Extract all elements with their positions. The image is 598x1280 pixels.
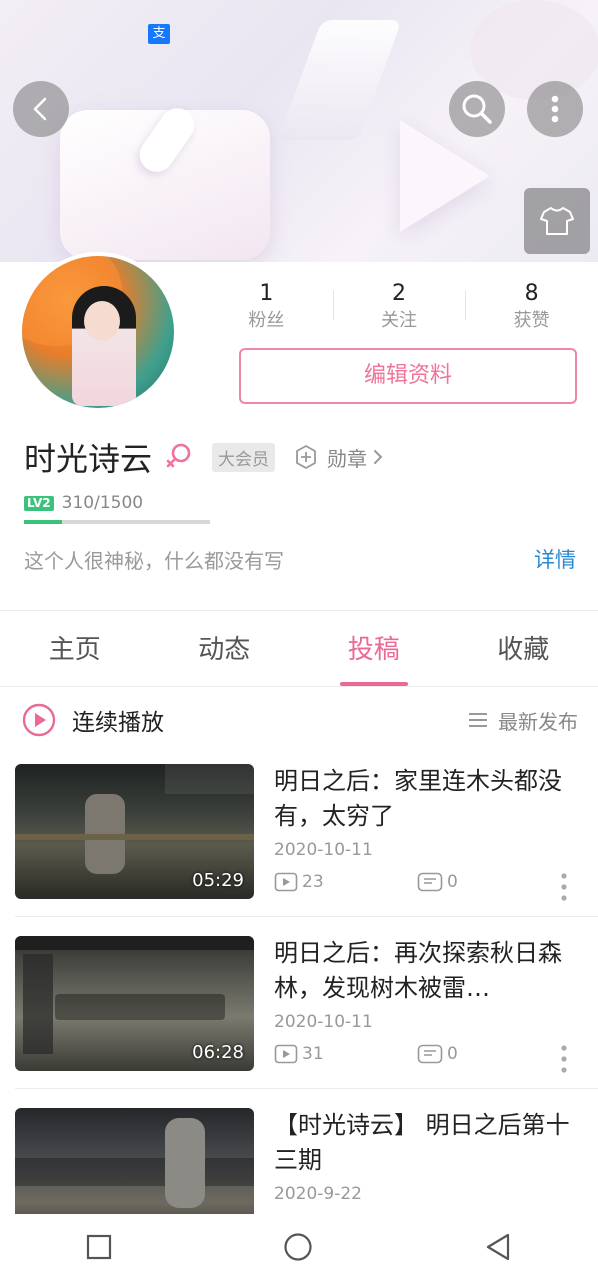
play-circle-icon xyxy=(22,703,56,737)
video-date: 2020-10-11 xyxy=(274,840,373,860)
vip-badge[interactable]: 大会员 xyxy=(212,442,276,472)
thumb-hud xyxy=(165,764,254,794)
level-badge: LV2 xyxy=(24,495,54,511)
profile-tabs: 主页 动态 投稿 收藏 xyxy=(0,612,598,686)
thumb-caption xyxy=(55,994,225,1020)
play-count: 23 xyxy=(274,872,417,892)
banner-decoration xyxy=(278,20,402,140)
tab-favorites[interactable]: 收藏 xyxy=(449,612,598,686)
chevron-right-icon xyxy=(374,450,383,464)
profile-stats: 1 粉丝 2 关注 8 获赞 xyxy=(200,280,598,340)
stat-following[interactable]: 2 关注 xyxy=(332,280,466,340)
chevron-left-icon xyxy=(33,97,47,121)
medal-label: 勋章 xyxy=(327,446,368,471)
level-progress-bar xyxy=(24,520,210,524)
edit-profile-button[interactable]: 编辑资料 xyxy=(239,348,577,404)
thumb-rail xyxy=(15,834,254,840)
video-item[interactable]: 06:28 明日之后：再次探索秋日森林，发现树木被雷… 2020-10-11 3… xyxy=(15,936,583,1076)
avatar[interactable] xyxy=(18,252,178,412)
comment-icon xyxy=(417,1044,443,1064)
video-thumbnail[interactable]: 05:29 xyxy=(15,764,254,899)
play-count-icon xyxy=(274,872,298,892)
more-vertical-icon xyxy=(551,95,559,123)
avatar-face xyxy=(84,301,120,341)
sort-button[interactable]: 最新发布 xyxy=(468,706,578,735)
play-count-value: 23 xyxy=(302,872,324,892)
stat-count: 8 xyxy=(524,281,539,306)
more-vertical-icon[interactable] xyxy=(559,872,569,902)
sort-label: 最新发布 xyxy=(498,709,578,734)
thumb-statusbar xyxy=(15,936,254,950)
level-progress-fill xyxy=(24,520,63,524)
thumb-menu xyxy=(23,954,53,1054)
comment-icon xyxy=(417,872,443,892)
medal-link[interactable]: 勋章 xyxy=(293,443,393,472)
video-meta: 23 0 xyxy=(274,872,584,892)
tab-dynamic[interactable]: 动态 xyxy=(150,612,300,686)
medal-icon xyxy=(296,445,316,469)
video-thumbnail[interactable] xyxy=(15,1108,254,1214)
play-count: 31 xyxy=(274,1044,417,1064)
video-meta: 31 0 xyxy=(274,1044,584,1064)
video-item[interactable]: 05:29 明日之后：家里连木头都没有，太穷了 2020-10-11 23 0 xyxy=(15,764,583,904)
dress-up-button[interactable] xyxy=(524,188,590,254)
divider xyxy=(15,916,598,917)
video-item[interactable]: 【时光诗云】 明日之后第十三期 2020-9-22 xyxy=(15,1108,583,1214)
video-title: 明日之后：再次探索秋日森林，发现树木被雷… xyxy=(274,939,562,1002)
list-icon xyxy=(469,713,487,727)
back-button[interactable] xyxy=(13,81,69,137)
video-thumbnail[interactable]: 06:28 xyxy=(15,936,254,1071)
level-row: LV2 310/1500 xyxy=(24,493,143,513)
stat-count: 2 xyxy=(392,281,406,306)
female-icon xyxy=(166,443,191,468)
tshirt-icon xyxy=(540,207,574,235)
playback-row: 连续播放 最新发布 xyxy=(22,700,578,740)
stat-fans[interactable]: 1 粉丝 xyxy=(200,280,333,340)
tab-submissions[interactable]: 投稿 xyxy=(299,612,449,686)
divider xyxy=(0,610,598,611)
comment-count: 0 xyxy=(417,872,458,892)
play-count-icon xyxy=(274,1044,298,1064)
home-icon[interactable] xyxy=(283,1232,313,1262)
username: 时光诗云 xyxy=(24,440,153,478)
back-nav-icon[interactable] xyxy=(484,1232,512,1262)
comment-count-value: 0 xyxy=(447,1044,458,1064)
stat-label: 粉丝 xyxy=(248,310,285,331)
stat-likes[interactable]: 8 获赞 xyxy=(465,280,598,340)
search-icon xyxy=(462,94,492,124)
tab-home[interactable]: 主页 xyxy=(0,612,150,686)
video-date: 2020-9-22 xyxy=(274,1184,362,1204)
divider xyxy=(15,1088,598,1089)
comment-count-value: 0 xyxy=(447,872,458,892)
stat-count: 1 xyxy=(259,281,274,306)
play-count-value: 31 xyxy=(302,1044,324,1064)
signature: 这个人很神秘，什么都没有写 xyxy=(24,548,284,573)
thumb-caption xyxy=(15,1158,254,1186)
detail-link[interactable]: 详情 xyxy=(534,544,576,574)
stat-label: 关注 xyxy=(381,310,417,331)
divider xyxy=(0,686,598,687)
profile-banner: 支 xyxy=(0,0,598,262)
search-button[interactable] xyxy=(449,81,505,137)
continuous-play-label: 连续播放 xyxy=(72,710,164,736)
video-title: 【时光诗云】 明日之后第十三期 xyxy=(274,1111,570,1174)
level-exp: 310/1500 xyxy=(61,493,144,513)
continuous-play-button[interactable]: 连续播放 xyxy=(22,703,164,737)
name-row: 时光诗云 大会员 勋章 xyxy=(24,432,393,482)
system-nav-bar xyxy=(0,1214,598,1280)
more-vertical-icon[interactable] xyxy=(559,1044,569,1074)
more-button[interactable] xyxy=(527,81,583,137)
recent-apps-icon[interactable] xyxy=(86,1234,112,1260)
video-duration: 05:29 xyxy=(192,870,244,891)
comment-count: 0 xyxy=(417,1044,458,1064)
video-duration: 06:28 xyxy=(192,1042,244,1063)
signature-row: 这个人很神秘，什么都没有写 详情 xyxy=(24,544,576,574)
stat-label: 获赞 xyxy=(513,310,550,331)
video-title: 明日之后：家里连木头都没有，太穷了 xyxy=(274,767,562,830)
video-date: 2020-10-11 xyxy=(274,1012,373,1032)
pay-badge: 支 xyxy=(148,24,170,44)
thumb-figure xyxy=(165,1118,205,1208)
